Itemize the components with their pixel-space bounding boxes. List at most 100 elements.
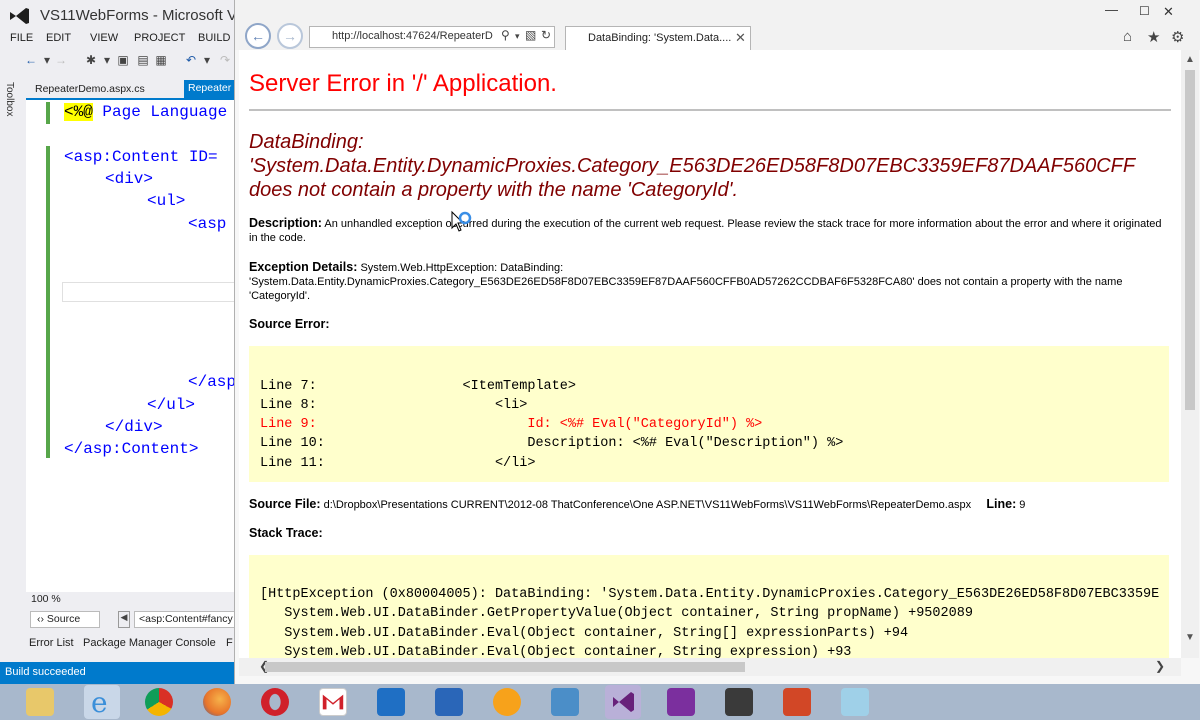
sublime-text-icon[interactable] [725,688,753,716]
open-folder-icon[interactable]: ▣ [116,53,130,67]
internet-explorer-icon[interactable]: e [84,685,120,719]
gear-icon[interactable]: ⚙ [1171,28,1184,46]
visual-studio-icon[interactable] [605,685,641,719]
description-text: An unhandled exception occurred during t… [249,218,1162,244]
dropdown-icon[interactable]: ▾ [100,53,114,67]
vs-toolbar: ← ▾ → ✱ ▾ ▣ ▤ ▦ ↶ ▾ ↷ [0,48,236,74]
taskbar: e [0,684,1200,720]
scroll-right-icon[interactable]: ❯ [1155,659,1165,673]
source-line-highlighted: Line 9: Id: <%# Eval("CategoryId") %> [260,417,763,432]
horizontal-scroll-thumb[interactable] [265,662,745,672]
vs-window-title: VS11WebForms - Microsoft Vis [40,7,236,24]
line-label: Line: [986,497,1017,511]
back-button[interactable]: ← [245,23,271,49]
visual-studio-window: VS11WebForms - Microsoft Vis FILE EDIT V… [0,0,236,684]
stack-trace-label: Stack Trace: [249,526,323,540]
source-error-label: Source Error: [249,317,330,331]
source-label: Source [46,613,81,625]
maximize-icon[interactable]: ☐ [1139,4,1150,18]
page-title: Server Error in '/' Application. [249,70,557,97]
save-all-icon[interactable]: ▦ [154,53,168,67]
toolbox-panel[interactable] [0,78,24,598]
new-project-icon[interactable]: ✱ [84,53,98,67]
tab-more[interactable]: F [226,637,233,649]
back-icon[interactable]: ← [24,53,38,67]
view-switcher-bar: ‹› Source ◀ <asp:Content#fancy [26,608,236,630]
vertical-scroll-thumb[interactable] [1185,70,1195,410]
close-window-icon[interactable]: ✕ [1163,4,1197,22]
firefox-icon[interactable] [203,688,231,716]
gmail-icon[interactable] [319,688,347,716]
tab-repeater-active[interactable]: Repeater [184,80,236,98]
scroll-up-icon[interactable]: ▲ [1185,54,1195,65]
line-value: 9 [1019,499,1026,511]
forward-icon[interactable]: → [54,53,68,67]
internet-explorer-window: ← → http://localhost:47624/RepeaterD ⚲ ▾… [234,0,1200,684]
dropdown-icon[interactable]: ▾ [40,53,54,67]
onenote-icon[interactable] [667,688,695,716]
horizontal-scrollbar[interactable]: ❮ ❯ [239,658,1181,676]
notepad-icon[interactable] [841,688,869,716]
scroll-down-icon[interactable]: ▼ [1185,632,1195,643]
zoom-level[interactable]: 100 % [26,592,236,608]
exception-label: Exception Details: [249,260,358,274]
code-line-3: <div> [105,170,154,188]
mouse-cursor-icon [451,210,472,232]
remote-desktop-icon[interactable] [551,688,579,716]
vs-menu-bar: FILE EDIT VIEW PROJECT BUILD [0,30,236,47]
stack-trace-code-box: [HttpException (0x80004005): DataBinding… [249,555,1169,658]
home-icon[interactable]: ⌂ [1123,28,1132,45]
forward-button[interactable]: → [277,23,303,49]
tweetdeck-icon[interactable] [493,688,521,716]
zoom-value[interactable]: 100 % [31,593,61,605]
chevron-left-icon[interactable]: ◀ [118,611,130,628]
redo-icon[interactable]: ↷ [218,53,232,67]
code-editor[interactable]: <%@ Page Language <asp:Content ID= <div>… [26,98,236,592]
search-icon[interactable]: ⚲ [501,28,510,42]
browser-tab[interactable]: DataBinding: 'System.Data.... [565,26,751,50]
file-explorer-icon[interactable] [26,688,54,716]
tag-breadcrumb[interactable]: <asp:Content#fancy [134,611,236,628]
source-line: Line 8: <li> [260,398,528,413]
divider [249,109,1171,111]
dropdown-icon[interactable]: ▾ [515,31,520,42]
tab-package-manager-console[interactable]: Package Manager Console [83,637,216,649]
tab-repeaterdemo-aspx-cs[interactable]: RepeaterDemo.aspx.cs [32,82,148,98]
menu-project[interactable]: PROJECT [134,32,185,44]
menu-edit[interactable]: EDIT [46,32,71,44]
opera-icon[interactable] [261,688,289,716]
menu-view[interactable]: VIEW [90,32,118,44]
source-error-heading: Source Error: [249,317,1169,332]
vs-bottom-tool-tabs: Error List Package Manager Console F [26,636,236,654]
toolbox-label[interactable]: Toolbox [4,82,15,116]
change-marker [46,102,50,124]
description-paragraph: Description: An unhandled exception occu… [249,216,1169,245]
window-controls: — ☐ ✕ [1075,2,1200,24]
source-line: Line 7: <ItemTemplate> [260,379,576,394]
stack-line: System.Web.UI.DataBinder.Eval(Object con… [260,626,909,641]
exception-text: System.Web.HttpException: DataBinding: '… [249,262,1123,302]
source-file-line: Source File: d:\Dropbox\Presentations CU… [249,497,1169,512]
close-tab-icon[interactable]: ✕ [735,30,746,46]
vs-title-bar: VS11WebForms - Microsoft Vis [0,0,236,30]
svg-text:e: e [91,686,108,719]
compatibility-icon[interactable]: ▧ [525,28,536,42]
save-icon[interactable]: ▤ [136,53,150,67]
page-content: Server Error in '/' Application. DataBin… [239,50,1181,658]
vertical-scrollbar[interactable]: ▲ ▼ [1181,50,1199,658]
lync-icon[interactable] [435,688,463,716]
refresh-icon[interactable]: ↻ [541,28,551,42]
error-heading-line: does not contain a property with the nam… [249,179,739,201]
favorites-star-icon[interactable]: ★ [1147,28,1160,46]
outlook-icon[interactable] [377,688,405,716]
powerpoint-icon[interactable] [783,688,811,716]
menu-file[interactable]: FILE [10,32,33,44]
source-view-button[interactable]: ‹› Source [30,611,100,628]
undo-icon[interactable]: ↶ [184,53,198,67]
dropdown-icon[interactable]: ▾ [200,53,214,67]
minimize-icon[interactable]: — [1105,2,1118,17]
stack-line: System.Web.UI.DataBinder.Eval(Object con… [260,645,852,658]
chrome-icon[interactable] [145,688,173,716]
tab-error-list[interactable]: Error List [29,637,74,649]
menu-build[interactable]: BUILD [198,32,230,44]
